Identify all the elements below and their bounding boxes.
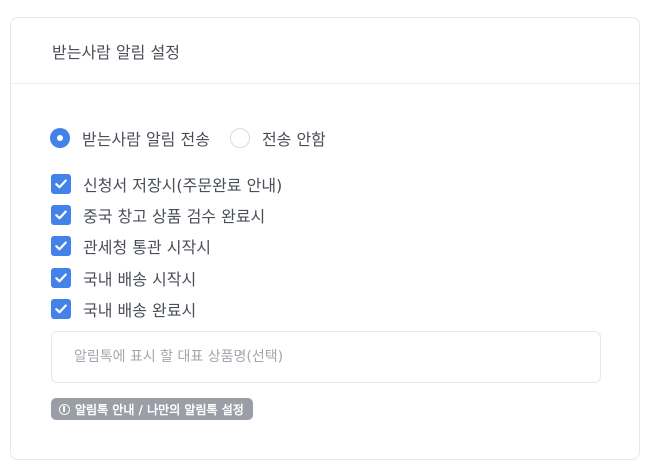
checkbox-domestic-shipping-complete[interactable]: 국내 배송 완료시 [51, 293, 282, 324]
send-option-radio-group: 받는사람 알림 전송 전송 안함 [50, 126, 326, 150]
radio-send-notification[interactable]: 받는사람 알림 전송 [50, 126, 210, 150]
checkbox-label: 관세청 통관 시작시 [83, 238, 211, 258]
checkbox-order-complete[interactable]: 신청서 저장시(주문완료 안내) [51, 168, 282, 199]
checkbox-checked-icon[interactable] [51, 267, 71, 288]
checkbox-china-inspection[interactable]: 중국 창고 상품 검수 완료시 [51, 199, 282, 230]
checkbox-customs-start[interactable]: 관세청 통관 시작시 [51, 231, 282, 262]
checkbox-checked-icon[interactable] [51, 204, 71, 225]
radio-label: 받는사람 알림 전송 [82, 130, 210, 149]
checkbox-label: 국내 배송 완료시 [83, 300, 197, 320]
radio-unselected-icon[interactable] [229, 128, 250, 148]
checkbox-label: 국내 배송 시작시 [83, 269, 197, 289]
card-header: 받는사람 알림 설정 [11, 18, 639, 84]
alimtalk-guide-button[interactable]: 알림톡 안내 / 나만의 알림톡 설정 [51, 398, 253, 420]
checkbox-checked-icon[interactable] [51, 236, 71, 257]
card-title: 받는사람 알림 설정 [52, 42, 180, 62]
recipient-notification-card: 받는사람 알림 설정 받는사람 알림 전송 전송 안함 신청서 저장시(주문완료… [10, 17, 640, 460]
checkbox-label: 중국 창고 상품 검수 완료시 [83, 206, 266, 226]
notify-event-list: 신청서 저장시(주문완료 안내) 중국 창고 상품 검수 완료시 관세청 통관 … [51, 168, 282, 324]
radio-selected-icon[interactable] [50, 128, 70, 148]
checkbox-label: 신청서 저장시(주문완료 안내) [83, 175, 283, 195]
alimtalk-guide-label: 알림톡 안내 / 나만의 알림톡 설정 [75, 402, 244, 417]
checkbox-checked-icon[interactable] [51, 298, 71, 319]
radio-no-send[interactable]: 전송 안함 [229, 126, 326, 150]
radio-label: 전송 안함 [261, 130, 326, 149]
info-icon [59, 403, 70, 415]
checkbox-domestic-shipping-start[interactable]: 국내 배송 시작시 [51, 262, 282, 293]
checkbox-checked-icon[interactable] [51, 173, 71, 194]
product-name-input[interactable] [51, 331, 601, 383]
